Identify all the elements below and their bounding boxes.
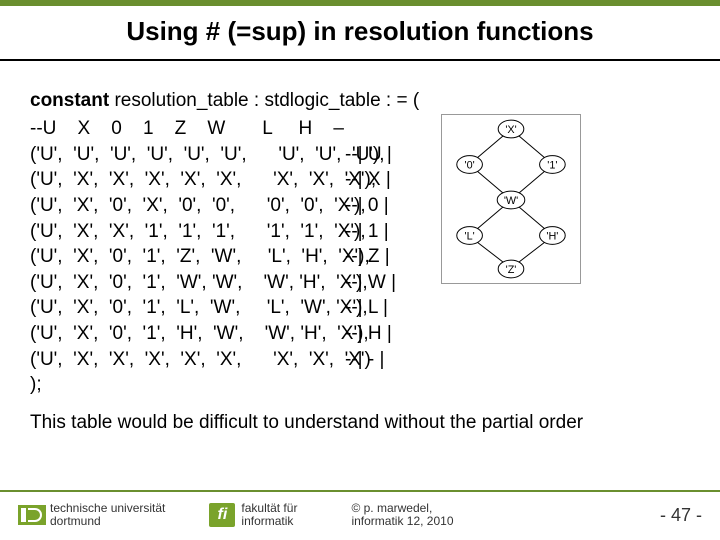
- row-cells: ('U', 'X', '0', '1', 'W', 'W', 'W', 'H',…: [30, 270, 345, 296]
- table-row: ('U', 'U', 'U', 'U', 'U', 'U', 'U', 'U',…: [30, 142, 427, 168]
- table-row: ('U', 'X', '0', '1', 'L', 'W', 'L', 'W',…: [30, 295, 427, 321]
- declaration-rest: resolution_table : stdlogic_table : = (: [109, 90, 419, 111]
- table-row: ('U', 'X', '0', '1', 'W', 'W', 'W', 'H',…: [30, 270, 427, 296]
- slide-title: Using # (=sup) in resolution functions: [40, 16, 680, 47]
- university-line2: dortmund: [50, 515, 165, 528]
- footer: technische universität dortmund fi fakul…: [0, 490, 720, 534]
- explanation-text: This table would be difficult to underst…: [30, 412, 700, 434]
- node-1: '1': [547, 159, 557, 171]
- table-row: ('U', 'X', 'X', 'X', 'X', 'X', 'X', 'X',…: [30, 167, 427, 193]
- tu-logo-icon: [18, 505, 46, 525]
- node-l: 'L': [465, 230, 475, 242]
- row-cells: ('U', 'X', 'X', '1', '1', '1', '1', '1',…: [30, 219, 345, 245]
- hasse-diagram: 'X' '0' '1' 'W' 'L' 'H' 'Z': [441, 114, 581, 284]
- faculty-line2: informatik: [241, 515, 297, 528]
- row-comment: --| - |: [345, 347, 427, 373]
- table-close: );: [30, 372, 427, 398]
- row-cells: ('U', 'X', '0', '1', 'H', 'W', 'W', 'H',…: [30, 321, 345, 347]
- resolution-table-code: --U X 0 1 Z W L H – ('U', 'U', 'U', 'U',…: [30, 116, 427, 398]
- node-h: 'H': [546, 230, 558, 242]
- row-cells: ('U', 'X', 'X', 'X', 'X', 'X', 'X', 'X',…: [30, 347, 345, 373]
- row-comment: --| X |: [345, 167, 427, 193]
- keyword-constant: constant: [30, 90, 109, 111]
- row-comment: --| W |: [345, 270, 427, 296]
- fi-logo-icon: fi: [209, 503, 235, 527]
- node-x: 'X': [505, 124, 516, 136]
- row-comment: --| 0 |: [345, 193, 427, 219]
- declaration-line: constant resolution_table : stdlogic_tab…: [30, 90, 700, 112]
- row-cells: ('U', 'X', '0', '1', 'L', 'W', 'L', 'W',…: [30, 295, 345, 321]
- row-cells: ('U', 'U', 'U', 'U', 'U', 'U', 'U', 'U',…: [30, 142, 345, 168]
- table-row: ('U', 'X', 'X', 'X', 'X', 'X', 'X', 'X',…: [30, 347, 427, 373]
- row-cells: ('U', 'X', '0', 'X', '0', '0', '0', '0',…: [30, 193, 345, 219]
- page-number: - 47 -: [660, 505, 702, 526]
- node-z: 'Z': [506, 264, 517, 276]
- table-row: ('U', 'X', '0', 'X', '0', '0', '0', '0',…: [30, 193, 427, 219]
- table-row: ('U', 'X', '0', '1', 'Z', 'W', 'L', 'H',…: [30, 244, 427, 270]
- row-comment: --| L |: [345, 295, 427, 321]
- row-cells: ('U', 'X', 'X', 'X', 'X', 'X', 'X', 'X',…: [30, 167, 345, 193]
- row-comment: --| Z |: [345, 244, 427, 270]
- node-w: 'W': [504, 195, 518, 207]
- row-comment: --| H |: [345, 321, 427, 347]
- table-row: ('U', 'X', 'X', '1', '1', '1', '1', '1',…: [30, 219, 427, 245]
- row-cells: ('U', 'X', '0', '1', 'Z', 'W', 'L', 'H',…: [30, 244, 345, 270]
- row-comment: --| 1 |: [345, 219, 427, 245]
- table-row: ('U', 'X', '0', '1', 'H', 'W', 'W', 'H',…: [30, 321, 427, 347]
- copyright-line2: informatik 12, 2010: [351, 515, 453, 528]
- tu-logo: technische universität dortmund: [18, 502, 165, 528]
- fi-logo: fi fakultät für informatik: [209, 502, 297, 528]
- node-0: '0': [465, 159, 475, 171]
- table-header: --U X 0 1 Z W L H –: [30, 116, 427, 142]
- row-comment: --| U |: [345, 142, 427, 168]
